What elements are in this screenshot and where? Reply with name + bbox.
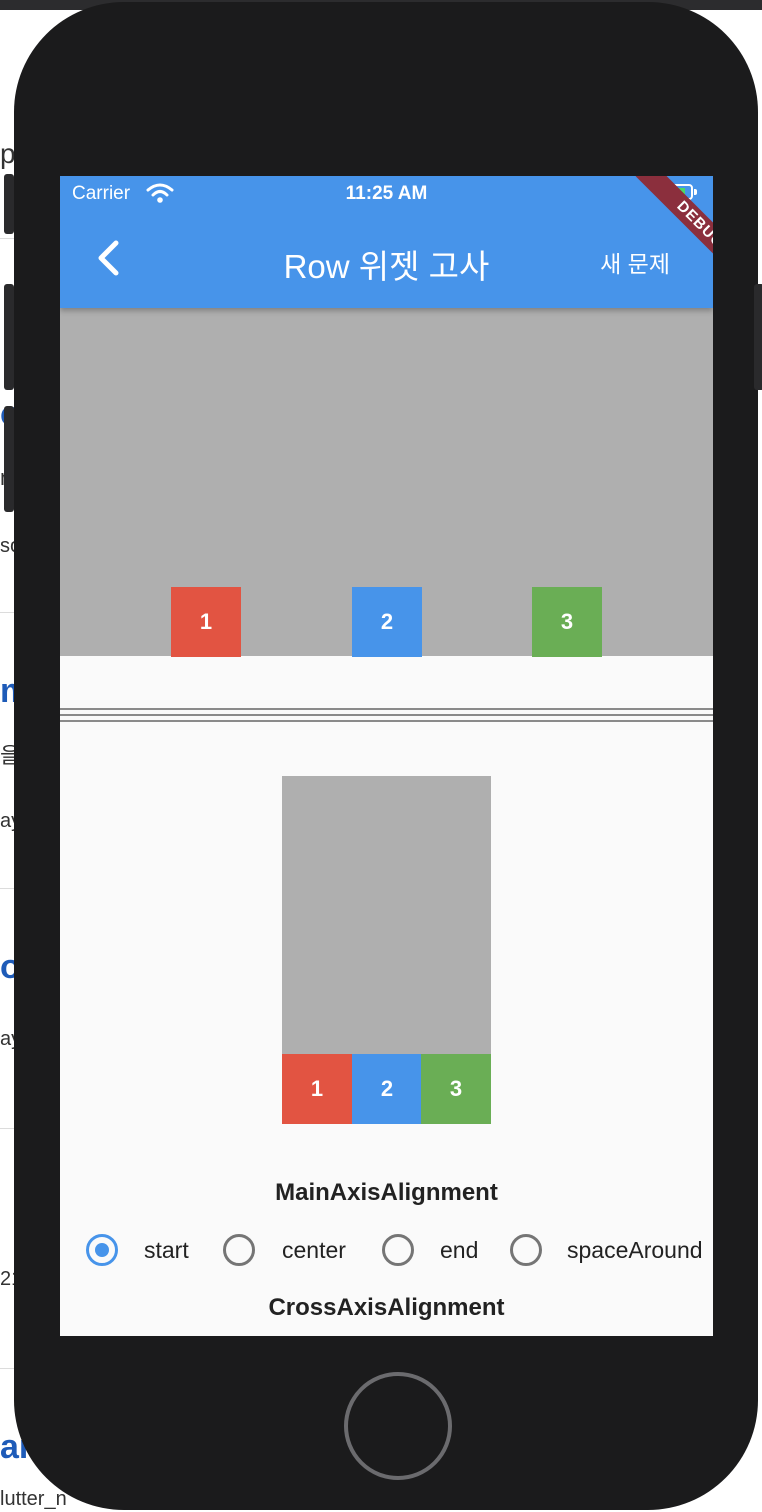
power-button	[754, 284, 762, 390]
background-divider	[0, 612, 14, 613]
radio-start[interactable]	[86, 1234, 118, 1266]
row-preview: 1 2 3	[60, 308, 713, 657]
preview-box-1: 1	[171, 587, 241, 657]
volume-up-button	[4, 284, 14, 390]
background-divider	[0, 1368, 14, 1369]
divider-line	[60, 708, 713, 710]
divider-line	[60, 714, 713, 716]
preview-box-2: 2	[352, 587, 422, 657]
radio-label-center[interactable]: center	[282, 1237, 346, 1264]
main-axis-options: start center end spaceAround	[60, 1234, 713, 1266]
answer-box-3: 3	[421, 1054, 491, 1124]
status-bar: Carrier 11:25 AM	[60, 176, 713, 212]
radio-label-space-around[interactable]: spaceAround	[567, 1237, 703, 1264]
answer-box-1: 1	[282, 1054, 352, 1124]
radio-end[interactable]	[382, 1234, 414, 1266]
radio-center[interactable]	[223, 1234, 255, 1266]
divider-line	[60, 720, 713, 722]
simulator-stage: p o n so m 을 ay ol ay 21 ar lutter_n Car…	[0, 0, 762, 1512]
app-bar: Carrier 11:25 AM Row 위젯 고사 새 문제	[60, 176, 713, 308]
app-screen: Carrier 11:25 AM Row 위젯 고사 새 문제 DEBUG 1 …	[60, 176, 713, 1336]
background-divider	[0, 1128, 14, 1129]
preview-box-3: 3	[532, 587, 602, 657]
status-time: 11:25 AM	[345, 183, 428, 204]
main-axis-label: MainAxisAlignment	[275, 1179, 498, 1206]
answer-box-2: 2	[352, 1054, 422, 1124]
answer-container: 1 2 3	[282, 776, 491, 1124]
background-fragment: lutter_n	[0, 1488, 67, 1510]
radio-space-around[interactable]	[510, 1234, 542, 1266]
radio-label-end[interactable]: end	[440, 1237, 478, 1264]
radio-label-start[interactable]: start	[144, 1237, 189, 1264]
volume-down-button	[4, 406, 14, 512]
home-button[interactable]	[344, 1372, 452, 1480]
background-divider	[0, 888, 14, 889]
background-divider	[0, 238, 14, 239]
mute-switch	[4, 174, 14, 234]
new-question-button[interactable]: 새 문제	[600, 245, 670, 279]
battery-cap	[694, 189, 697, 195]
cross-axis-label: CrossAxisAlignment	[268, 1294, 505, 1321]
